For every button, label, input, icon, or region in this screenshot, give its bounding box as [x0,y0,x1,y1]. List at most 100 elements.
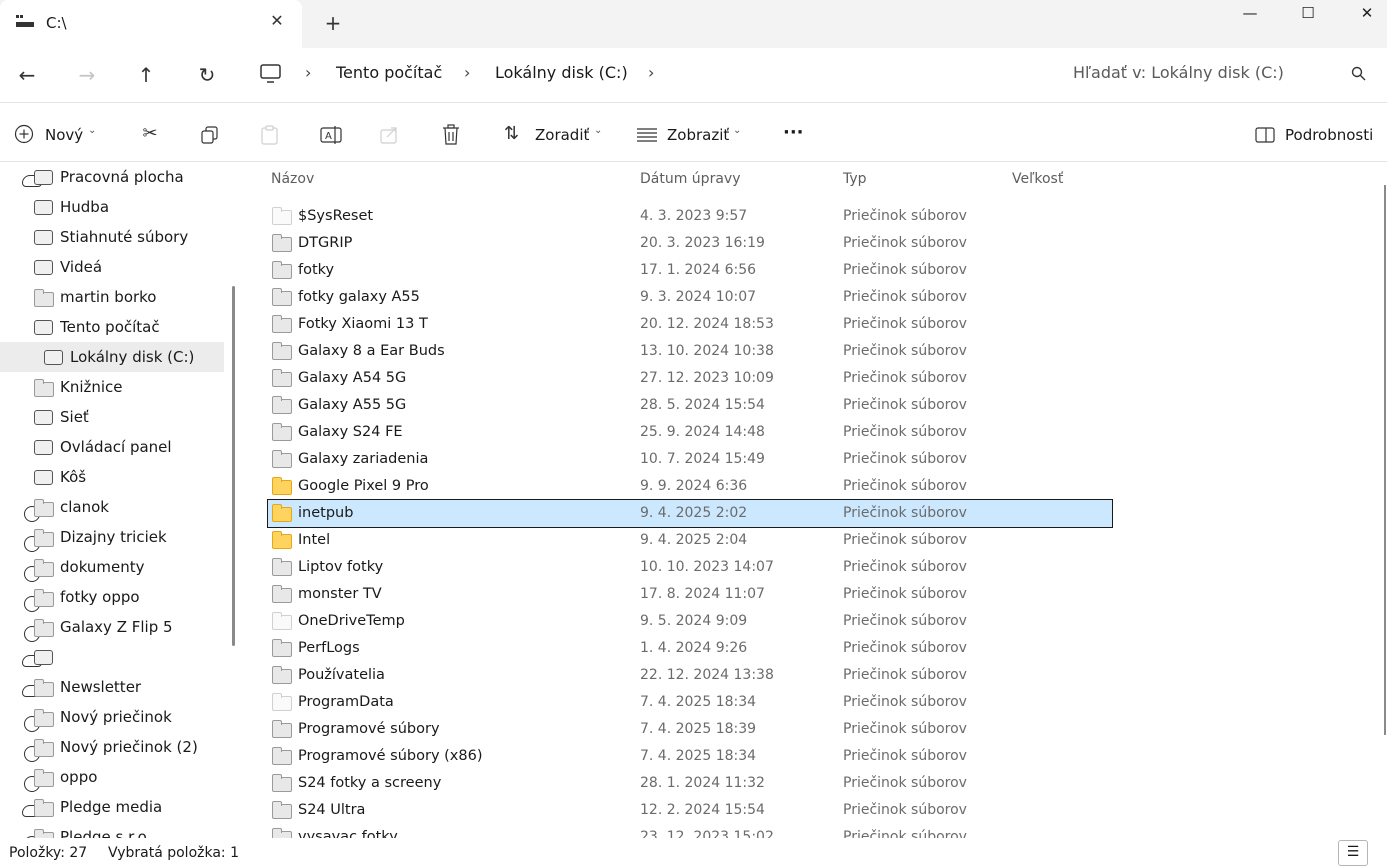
more-options-button[interactable]: ··· [783,121,804,145]
file-row[interactable]: inetpub 9. 4. 2025 2:02 Priečinok súborov [267,499,1113,528]
tab-active[interactable]: C:\ ✕ [0,0,302,48]
file-row[interactable]: PerfLogs 1. 4. 2024 9:26 Priečinok súborov [268,635,1112,662]
sidebar-item[interactable]: Videá [0,252,224,282]
sort-button[interactable]: Zoradiť [535,123,589,147]
file-row[interactable]: Galaxy S24 FE 25. 9. 2024 14:48 Priečinok … [268,419,1112,446]
up-button[interactable]: ↑ [133,62,159,88]
file-row[interactable]: vysavac fotky 23. 12. 2023 15:02 Priečinok… [268,824,1112,838]
tab-close-icon[interactable]: ✕ [268,12,286,30]
folder-icon [272,477,292,495]
file-row[interactable]: Programové súbory 7. 4. 2025 18:39 Priečin… [268,716,1112,743]
sidebar-item[interactable] [0,642,224,672]
file-row[interactable]: S24 Ultra 12. 2. 2024 15:54 Priečinok súbo… [268,797,1112,824]
sidebar-item[interactable]: Hudba [0,192,224,222]
paste-icon[interactable] [261,125,279,145]
view-button[interactable]: Zobraziť [667,123,729,147]
copy-icon[interactable] [201,126,219,144]
sidebar-item[interactable]: Knižnice [0,372,224,402]
file-row[interactable]: Galaxy 8 a Ear Buds 13. 10. 2024 10:38 Pri… [268,338,1112,365]
sidebar-item[interactable]: Tento počítač [0,312,224,342]
new-button[interactable]: Nový [45,123,83,147]
file-date: 22. 12. 2024 13:38 [640,667,774,683]
close-button[interactable]: ✕ [1338,0,1387,26]
rename-icon[interactable]: A [320,125,342,145]
sidebar-item[interactable]: Galaxy Z Flip 5 [0,612,224,642]
file-date: 9. 4. 2025 2:02 [640,505,748,521]
file-row[interactable]: $SysReset 4. 3. 2023 9:57 Priečinok súboro… [268,203,1112,230]
refresh-button[interactable]: ↻ [194,62,220,88]
sidebar-item[interactable]: Dizajny triciek [0,522,224,552]
minimize-button[interactable]: — [1221,0,1279,26]
sidebar-item[interactable]: Nový priečinok [0,702,224,732]
file-row[interactable]: monster TV 17. 8. 2024 11:07 Priečinok súb… [268,581,1112,608]
file-name: S24 Ultra [298,802,366,818]
folder-icon [34,289,54,307]
column-header-type[interactable]: Typ [843,170,867,188]
file-row[interactable]: Intel 9. 4. 2025 2:04 Priečinok súborov [268,527,1112,554]
file-date: 17. 8. 2024 11:07 [640,586,765,602]
file-row[interactable]: Galaxy A54 5G 27. 12. 2023 10:09 Priečinok… [268,365,1112,392]
file-date: 10. 10. 2023 14:07 [640,559,774,575]
breadcrumb-separator[interactable]: › [648,62,654,84]
file-row[interactable]: Google Pixel 9 Pro 9. 9. 2024 6:36 Priečin… [268,473,1112,500]
details-view-icon[interactable]: ☰ [1338,840,1368,866]
sidebar-item[interactable]: Pracovná plocha [0,162,224,192]
column-header-date[interactable]: Dátum úpravy [640,170,740,188]
sidebar-item[interactable]: dokumenty [0,552,224,582]
sidebar-item[interactable]: Pledge media [0,792,224,822]
folder-icon [34,709,54,727]
file-row[interactable]: Liptov fotky 10. 10. 2023 14:07 Priečinok … [268,554,1112,581]
file-row[interactable]: OneDriveTemp 9. 5. 2024 9:09 Priečinok súb… [268,608,1112,635]
column-header-size[interactable]: Veľkosť [1012,170,1063,188]
file-list-scrollbar[interactable] [1384,185,1386,735]
file-row[interactable]: Galaxy zariadenia 10. 7. 2024 15:49 Prieči… [268,446,1112,473]
folder-icon [272,450,292,468]
maximize-button[interactable]: ☐ [1279,0,1337,26]
file-row[interactable]: ProgramData 7. 4. 2025 18:34 Priečinok súb… [268,689,1112,716]
sidebar-item[interactable]: clanok [0,492,224,522]
file-type: Priečinok súborov [843,208,967,224]
sidebar-item[interactable]: Ovládací panel [0,432,224,462]
file-row[interactable]: fotky galaxy A55 9. 3. 2024 10:07 Priečino… [268,284,1112,311]
delete-icon[interactable] [442,124,460,146]
sidebar-item[interactable]: Newsletter [0,672,224,702]
file-type: Priečinok súborov [843,586,967,602]
sidebar-item[interactable]: oppo [0,762,224,792]
file-type: Priečinok súborov [843,640,967,656]
back-button[interactable]: ← [14,62,40,88]
sidebar-item[interactable]: Sieť [0,402,224,432]
sidebar-item[interactable]: Stiahnuté súbory [0,222,224,252]
forward-button[interactable]: → [74,62,100,88]
sidebar-item-label: Dizajny triciek [60,528,167,546]
sort-icon: ⇅ [504,123,520,144]
file-row[interactable]: Programové súbory (x86) 7. 4. 2025 18:34 P… [268,743,1112,770]
sidebar-item[interactable]: martin borko [0,282,224,312]
file-row[interactable]: fotky 17. 1. 2024 6:56 Priečinok súborov [268,257,1112,284]
search-icon[interactable] [1351,66,1367,82]
file-row[interactable]: S24 fotky a screeny 28. 1. 2024 11:32 Prie… [268,770,1112,797]
column-header-name[interactable]: Názov [271,170,314,188]
file-type: Priečinok súborov [843,397,967,413]
computer-icon[interactable] [260,64,282,84]
details-button[interactable]: Podrobnosti [1285,123,1373,147]
cut-icon[interactable]: ✂ [138,122,162,146]
sidebar-item[interactable]: Lokálny disk (C:) [0,342,224,372]
file-name: Liptov fotky [298,559,384,575]
file-row[interactable]: Používatelia 22. 12. 2024 13:38 Priečinok … [268,662,1112,689]
breadcrumb-this-pc[interactable]: Tento počítač [336,62,442,84]
sidebar-item[interactable]: Nový priečinok (2) [0,732,224,762]
new-tab-button[interactable]: + [322,12,344,34]
sidebar-item[interactable]: Kôš [0,462,224,492]
sidebar-item[interactable]: Pledge s.r.o. [0,822,224,838]
file-row[interactable]: DTGRIP 20. 3. 2023 16:19 Priečinok súborov [268,230,1112,257]
breadcrumb-local-disk[interactable]: Lokálny disk (C:) [495,62,628,84]
file-name: DTGRIP [298,235,353,251]
file-row[interactable]: Fotky Xiaomi 13 T 20. 12. 2024 18:53 Prieč… [268,311,1112,338]
search-input[interactable]: Hľadať v: Lokálny disk (C:) [1073,62,1284,84]
share-icon[interactable] [380,125,400,145]
sidebar-scrollbar[interactable] [232,286,235,646]
sidebar-item[interactable]: fotky oppo [0,582,224,612]
breadcrumb-separator[interactable]: › [464,62,470,84]
file-row[interactable]: Galaxy A55 5G 28. 5. 2024 15:54 Priečinok … [268,392,1112,419]
breadcrumb-separator[interactable]: › [305,62,311,84]
